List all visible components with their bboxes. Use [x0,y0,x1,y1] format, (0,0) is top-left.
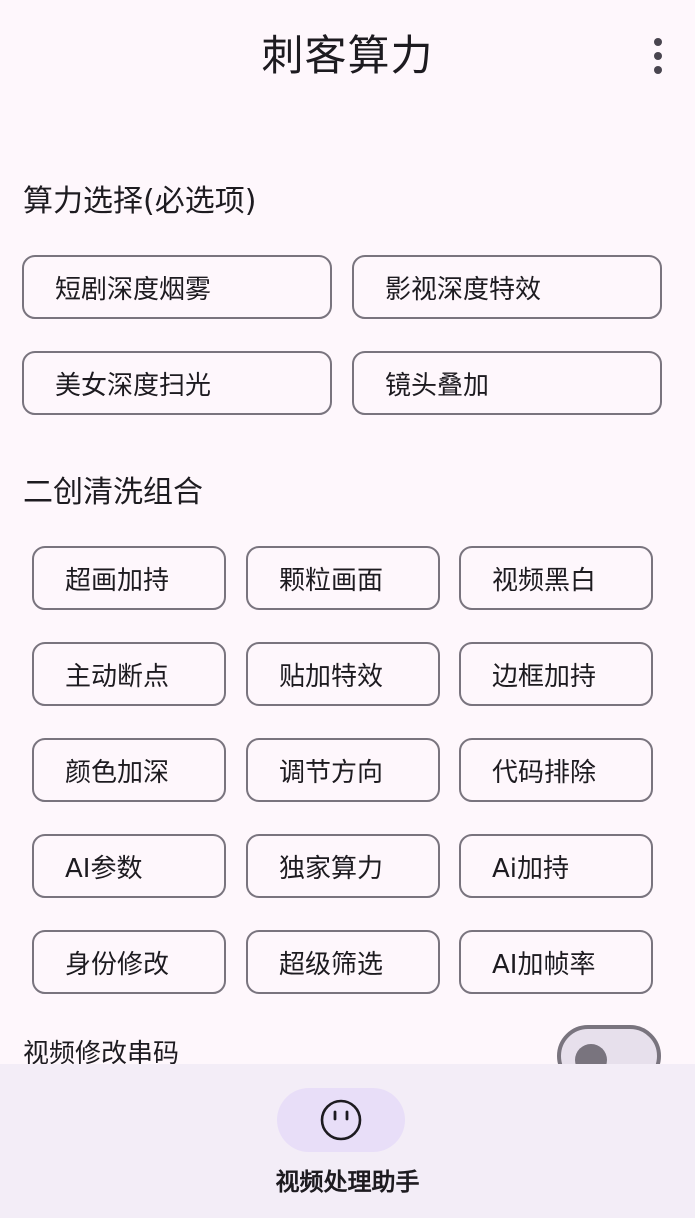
compute-option-chip[interactable]: 短剧深度烟雾 [22,255,332,319]
combo-option-chip[interactable]: 视频黑白 [459,546,653,610]
nav-active-indicator [277,1088,405,1152]
combo-option-chip[interactable]: 身份修改 [32,930,226,994]
combo-option-chip[interactable]: 代码排除 [459,738,653,802]
more-options-button[interactable] [634,30,682,82]
combo-option-chip[interactable]: 主动断点 [32,642,226,706]
combo-option-chip[interactable]: 颗粒画面 [246,546,440,610]
combo-option-chip[interactable]: 独家算力 [246,834,440,898]
combo-section-title: 二创清洗组合 [23,475,203,510]
bottom-navigation: 视频处理助手 [0,1064,695,1218]
nav-item-label: 视频处理助手 [275,1168,420,1196]
compute-option-chip[interactable]: 美女深度扫光 [22,351,332,415]
combo-option-chip[interactable]: AI参数 [32,834,226,898]
combo-option-chip[interactable]: 边框加持 [459,642,653,706]
more-vert-icon [654,38,662,46]
combo-option-chip[interactable]: 颜色加深 [32,738,226,802]
app-title: 刺客算力 [261,31,434,80]
more-vert-icon-dot [654,52,662,60]
app-bar: 刺客算力 [0,0,695,112]
nav-item-video-assistant[interactable]: 视频处理助手 [0,1064,695,1218]
more-vert-icon-dot [654,66,662,74]
combo-option-chip[interactable]: Ai加持 [459,834,653,898]
combo-option-chip[interactable]: 贴加特效 [246,642,440,706]
compute-option-chip[interactable]: 镜头叠加 [352,351,662,415]
combo-option-chip[interactable]: 超画加持 [32,546,226,610]
combo-option-chip[interactable]: 调节方向 [246,738,440,802]
combo-option-chip[interactable]: 超级筛选 [246,930,440,994]
face-icon [320,1099,362,1141]
compute-option-chip[interactable]: 影视深度特效 [352,255,662,319]
compute-section-title: 算力选择(必选项) [23,184,257,219]
combo-option-chip[interactable]: AI加帧率 [459,930,653,994]
